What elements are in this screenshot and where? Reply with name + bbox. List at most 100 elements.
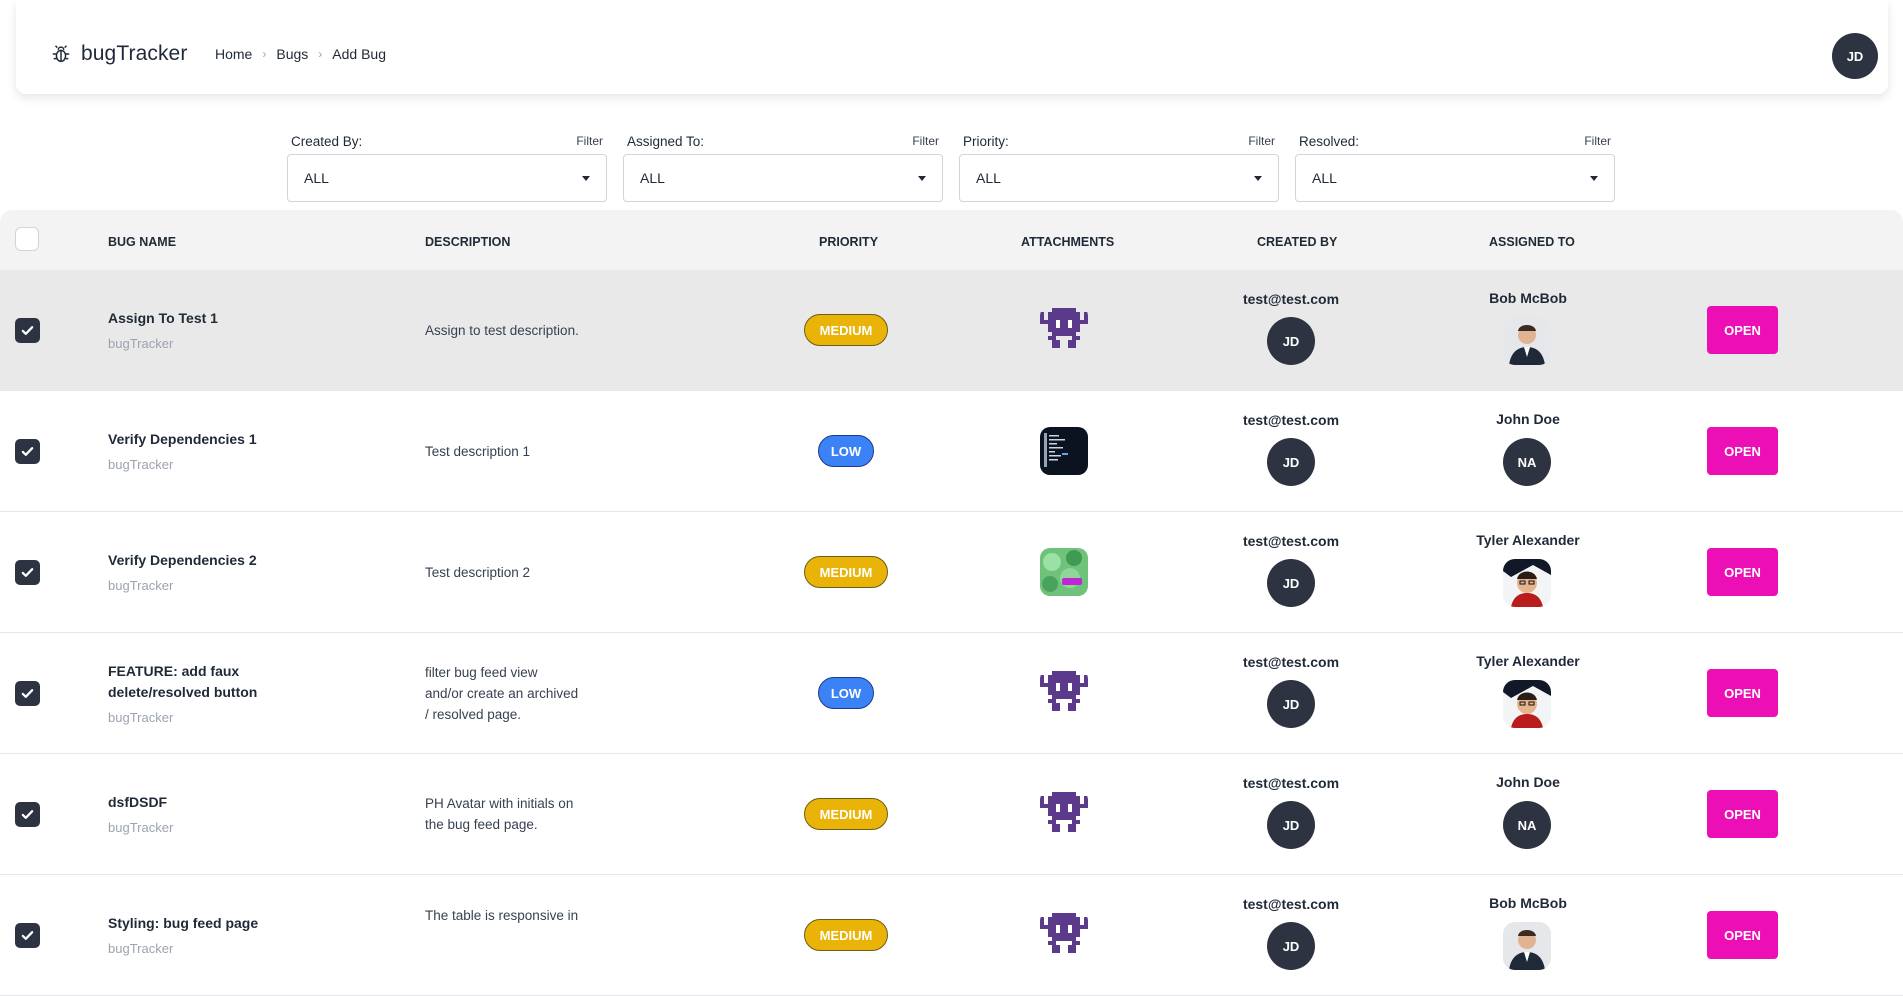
assignee-name: Bob McBob [1489, 895, 1567, 911]
filter-label: Assigned To: [627, 133, 705, 149]
invader-icon [1040, 671, 1088, 711]
open-bug-button[interactable]: OPEN [1707, 306, 1778, 354]
filter-label: Created By: [291, 133, 363, 149]
open-bug-button[interactable]: OPEN [1707, 669, 1778, 717]
row-checkbox[interactable] [15, 318, 40, 343]
attachment-thumbnail[interactable] [1040, 911, 1088, 959]
app-logo[interactable]: bugTracker [50, 42, 187, 66]
assignee-avatar [1503, 317, 1551, 365]
assigned-to-select[interactable]: ALL [623, 154, 943, 202]
column-created-by: CREATED BY [1257, 235, 1338, 249]
attachment-thumbnail[interactable] [1040, 427, 1088, 475]
invader-icon [1040, 792, 1088, 832]
checkmark-icon [21, 326, 34, 335]
row-checkbox[interactable] [15, 560, 40, 585]
creator-avatar: JD [1267, 922, 1315, 970]
checkmark-icon [21, 447, 34, 456]
description-line: Assign to test description. [425, 322, 579, 338]
creator-avatar: JD [1267, 801, 1315, 849]
filter-link[interactable]: Filter [1248, 134, 1275, 148]
table-row[interactable]: Styling: bug feed page bugTracker The tabl… [0, 875, 1903, 996]
bug-table: BUG NAME DESCRIPTION PRIORITY ATTACHMENT… [0, 210, 1903, 996]
breadcrumb-home[interactable]: Home [215, 46, 252, 62]
table-row[interactable]: Verify Dependencies 2 bugTracker Test desc… [0, 512, 1903, 633]
user-avatar[interactable]: JD [1832, 33, 1878, 79]
priority-select[interactable]: ALL [959, 154, 1279, 202]
row-checkbox[interactable] [15, 802, 40, 827]
table-header: BUG NAME DESCRIPTION PRIORITY ATTACHMENT… [0, 210, 1903, 270]
attachment-thumbnail[interactable] [1040, 790, 1088, 838]
checkmark-icon [21, 931, 34, 940]
breadcrumb-add-bug[interactable]: Add Bug [332, 46, 386, 62]
bug-project: bugTracker [108, 457, 174, 472]
person-photo [1503, 922, 1551, 970]
assignee-avatar [1503, 922, 1551, 970]
priority-badge: MEDIUM [804, 919, 888, 951]
green-photo-image [1040, 548, 1088, 596]
person-photo [1503, 680, 1551, 728]
filter-link[interactable]: Filter [912, 134, 939, 148]
priority-badge: LOW [818, 435, 874, 467]
row-checkbox[interactable] [15, 439, 40, 464]
creator-avatar: JD [1267, 317, 1315, 365]
open-bug-button[interactable]: OPEN [1707, 548, 1778, 596]
table-row[interactable]: Verify Dependencies 1 bugTracker Test desc… [0, 391, 1903, 512]
description-line: the bug feed page. [425, 817, 538, 832]
bug-description: Test description 1 [425, 441, 600, 462]
attachment-thumbnail[interactable] [1040, 548, 1088, 596]
description-line: PH Avatar with initials on [425, 796, 574, 811]
description-line: and/or create an archived [425, 685, 579, 701]
open-bug-button[interactable]: OPEN [1707, 790, 1778, 838]
caret-down-icon [582, 175, 590, 181]
invader-icon [1040, 308, 1088, 348]
select-value: ALL [640, 170, 665, 186]
attachment-thumbnail[interactable] [1040, 669, 1088, 717]
filter-link[interactable]: Filter [576, 134, 603, 148]
bug-icon [52, 45, 70, 63]
bug-project: bugTracker [108, 941, 174, 956]
top-navbar: bugTracker Home › Bugs › Add Bug JD [16, 0, 1888, 94]
creator-avatar: JD [1267, 438, 1315, 486]
description-line: / resolved page. [425, 706, 522, 722]
filter-resolved: Resolved: Filter ALL [1295, 128, 1615, 202]
created-by-select[interactable]: ALL [287, 154, 607, 202]
attachment-thumbnail[interactable] [1040, 306, 1088, 354]
select-all-checkbox[interactable] [15, 227, 39, 251]
checkmark-icon [21, 689, 34, 698]
open-bug-button[interactable]: OPEN [1707, 427, 1778, 475]
invader-icon [1040, 913, 1088, 953]
filter-created-by: Created By: Filter ALL [287, 128, 607, 202]
table-row[interactable]: Assign To Test 1 bugTracker Assign to test… [0, 270, 1903, 391]
select-value: ALL [304, 170, 329, 186]
checkmark-icon [21, 568, 34, 577]
column-attachments: ATTACHMENTS [1021, 235, 1115, 249]
bug-name: dsfDSDF [108, 794, 168, 810]
breadcrumb-bugs[interactable]: Bugs [276, 46, 308, 62]
bug-description: filter bug feed view and/or create an arc… [425, 662, 600, 725]
table-body: Assign To Test 1 bugTracker Assign to test… [0, 270, 1903, 996]
table-row[interactable]: FEATURE: add faux delete/resolved button… [0, 633, 1903, 754]
filter-link[interactable]: Filter [1584, 134, 1611, 148]
open-bug-button[interactable]: OPEN [1707, 911, 1778, 959]
assignee-name: Tyler Alexander [1476, 653, 1580, 669]
select-value: ALL [976, 170, 1001, 186]
filter-priority: Priority: Filter ALL [959, 128, 1279, 202]
row-checkbox[interactable] [15, 681, 40, 706]
bug-description: The table is responsive in [425, 905, 600, 926]
bug-project: bugTracker [108, 336, 174, 351]
bug-description: PH Avatar with initials on the bug feed p… [425, 793, 600, 835]
bug-name: Verify Dependencies 1 [108, 431, 257, 447]
description-line: The table is responsive in [425, 907, 579, 923]
creator-email: test@test.com [1242, 775, 1340, 791]
person-photo [1503, 317, 1551, 365]
table-row[interactable]: dsfDSDF bugTracker PH Avatar with initials… [0, 754, 1903, 875]
filter-label: Resolved: [1299, 133, 1360, 149]
creator-email: test@test.com [1242, 412, 1340, 428]
row-checkbox[interactable] [15, 923, 40, 948]
creator-email: test@test.com [1242, 533, 1340, 549]
assignee-name: Tyler Alexander [1476, 532, 1580, 548]
person-photo [1503, 559, 1551, 607]
resolved-select[interactable]: ALL [1295, 154, 1615, 202]
creator-email: test@test.com [1242, 896, 1340, 912]
description-line: filter bug feed view [425, 664, 538, 680]
